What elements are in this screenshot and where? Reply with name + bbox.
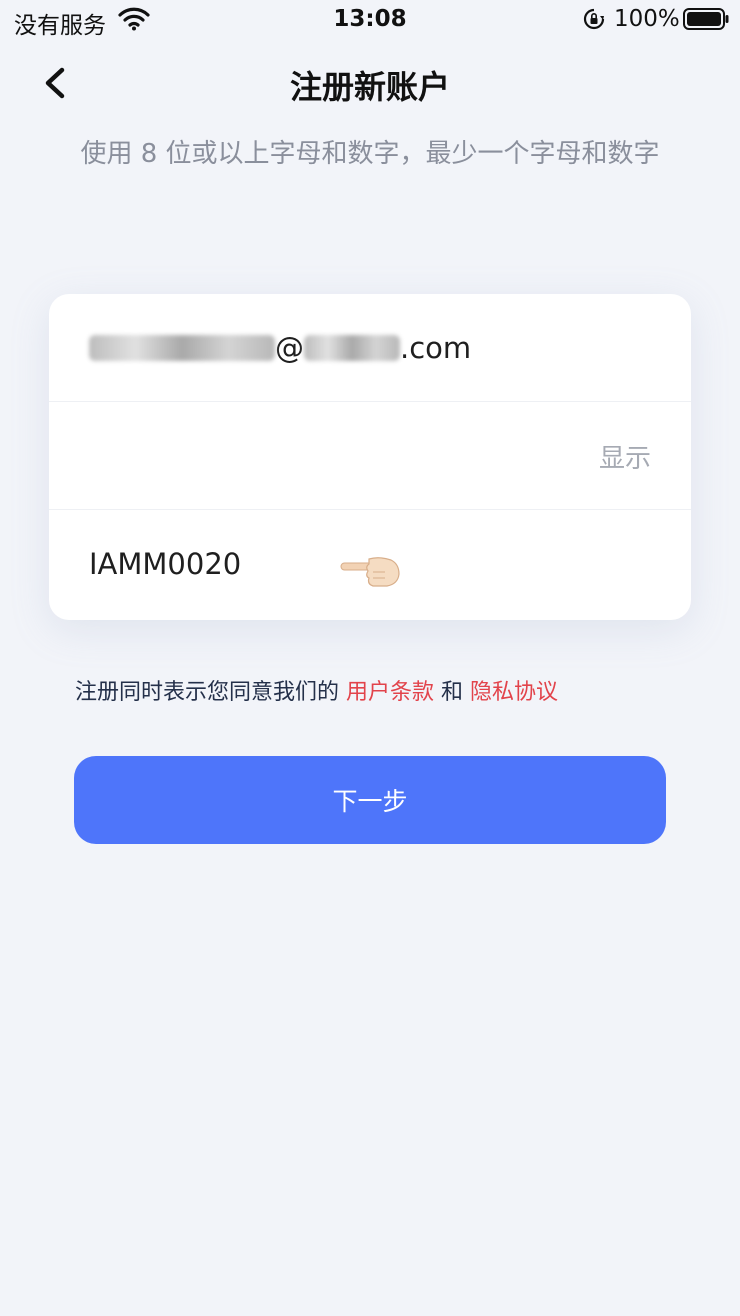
email-field-row: @ .com <box>49 294 691 402</box>
email-at-sign: @ <box>275 331 304 365</box>
battery-percentage: 100% <box>614 6 680 32</box>
register-screen: 没有服务 13:08 100% 注册新账户 使用 8 位或以上字母和数字，最少一… <box>0 0 740 1316</box>
terms-prefix: 注册同时表示您同意我们的 <box>75 680 340 705</box>
terms-notice: 注册同时表示您同意我们的 用户条款 和 隐私协议 <box>75 674 558 706</box>
rotation-lock-icon <box>583 8 605 30</box>
terms-and: 和 <box>441 680 464 705</box>
redacted-username <box>89 335 275 361</box>
invite-code-row: IAMM0020 <box>49 510 691 618</box>
privacy-policy-link[interactable]: 隐私协议 <box>470 680 558 705</box>
user-terms-link[interactable]: 用户条款 <box>346 680 434 705</box>
password-hint: 使用 8 位或以上字母和数字，最少一个字母和数字 <box>80 139 660 169</box>
password-field[interactable] <box>89 402 609 510</box>
show-password-toggle[interactable]: 显示 <box>599 402 651 510</box>
pointing-hand-icon <box>340 557 400 587</box>
email-domain-suffix: .com <box>400 331 472 365</box>
email-field[interactable]: @ .com <box>89 294 609 402</box>
page-title: 注册新账户 <box>289 68 450 106</box>
password-field-row: 显示 <box>49 402 691 510</box>
registration-form-card: @ .com 显示 IAMM0020 <box>49 294 691 620</box>
status-bar: 没有服务 13:08 100% <box>0 0 740 40</box>
next-step-button[interactable]: 下一步 <box>74 756 666 844</box>
redacted-domain <box>304 335 400 361</box>
battery-icon <box>683 8 729 30</box>
invite-code-value: IAMM0020 <box>89 547 242 581</box>
